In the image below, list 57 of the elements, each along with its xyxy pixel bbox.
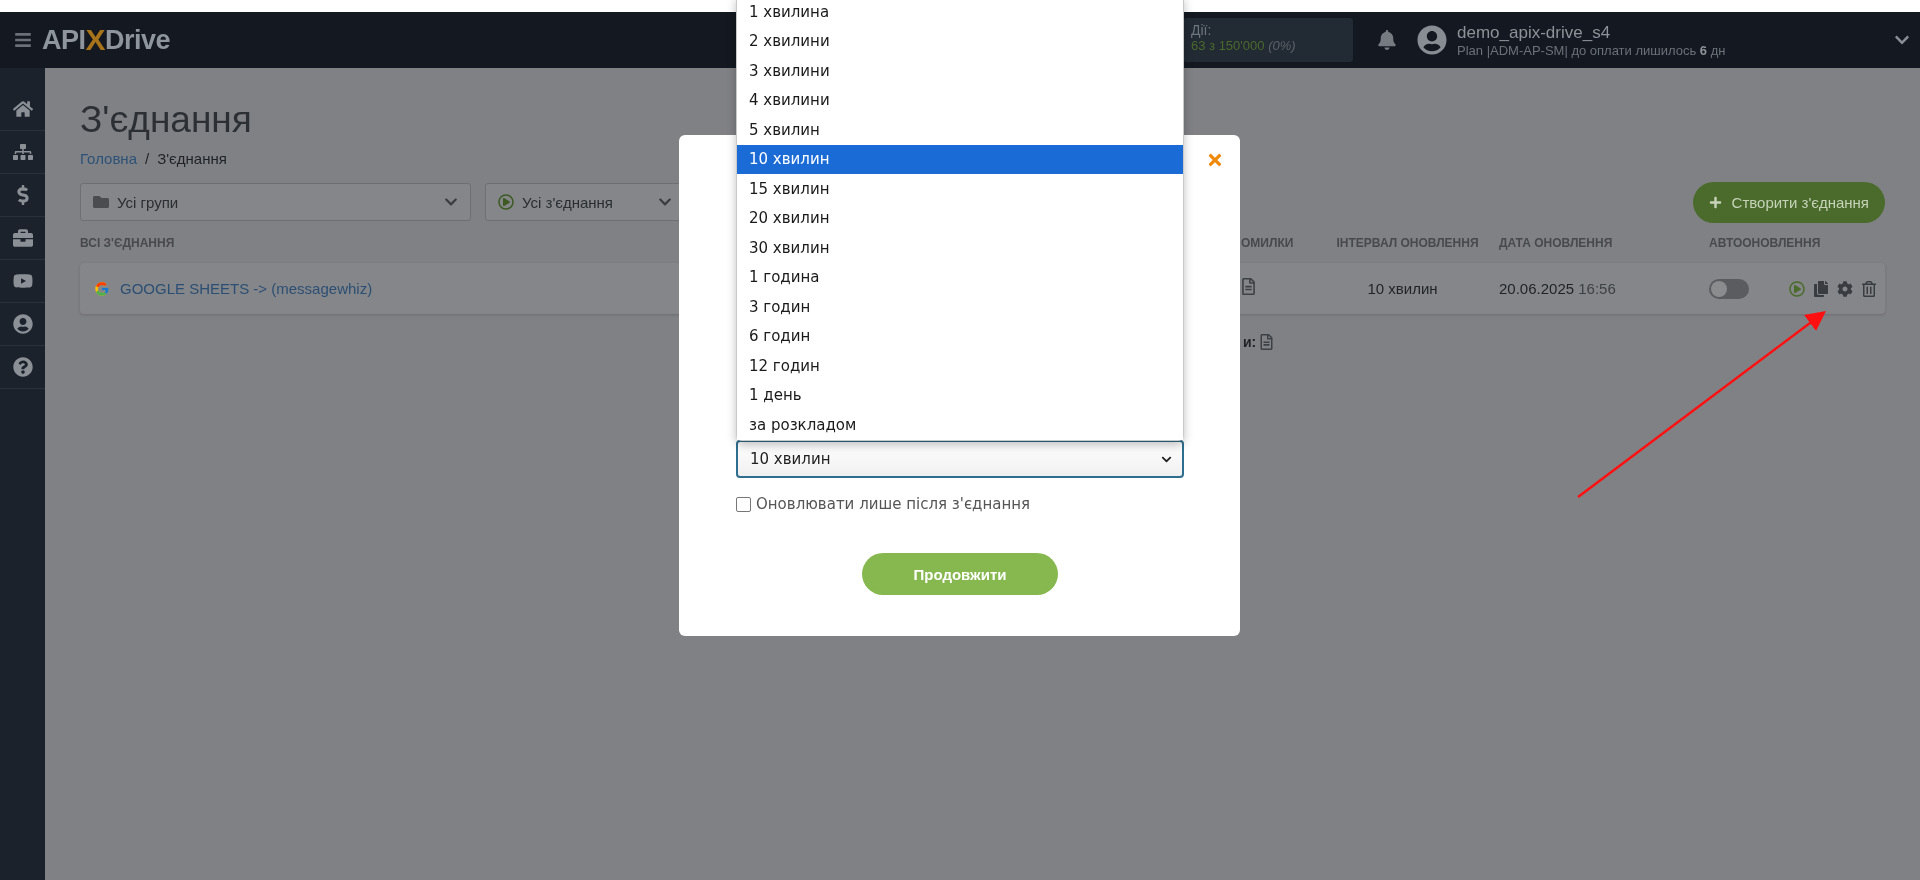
interval-option[interactable]: 3 хвилини [737,56,1183,86]
interval-option[interactable]: 1 година [737,262,1183,292]
breadcrumb-current: З'єднання [157,150,227,167]
column-header: ОМИЛКИ [1240,236,1294,250]
interval-select[interactable]: 10 хвилин [736,440,1184,478]
auto-update-toggle[interactable] [1709,278,1749,299]
actions-value: 63 з 150'000 (0%) [1191,38,1297,53]
interval-option[interactable]: 1 хвилина [737,0,1183,27]
interval-option[interactable]: 30 хвилин [737,233,1183,263]
copy-icon[interactable] [1813,280,1829,297]
help-icon [12,357,33,377]
user-name: demo_apix-drive_s4 [1457,22,1612,43]
interval-option[interactable]: за розкладом [737,410,1183,440]
document-icon[interactable] [1242,278,1255,295]
interval-option[interactable]: 4 хвилини [737,85,1183,115]
plus-icon [1708,195,1722,209]
user-icon [12,314,33,334]
column-header: ІНТЕРВАЛ ОНОВЛЕННЯ [1335,236,1479,250]
logo[interactable]: APIXDrive [42,23,171,57]
plan-info: Plan |ADM-AP-SM| до оплати лишилось 6 дн [1457,42,1726,58]
actions-label: Дії: [1191,22,1213,38]
play-icon [498,194,514,210]
avatar-icon[interactable] [1417,25,1447,55]
interval-option[interactable]: 20 хвилин [737,203,1183,233]
page-title: З'єднання [80,99,252,142]
video-icon [12,271,33,291]
home-icon [12,99,33,119]
breadcrumb-separator: / [145,150,150,167]
footer-text: и: [1243,334,1257,350]
interval-option[interactable]: 1 день [737,380,1183,410]
checkbox-label: Оновлювати лише після з'єднання [756,495,1031,513]
column-header: ДАТА ОНОВЛЕННЯ [1498,236,1613,250]
document-icon[interactable] [1260,334,1274,350]
google-icon [94,280,110,297]
folder-icon [93,194,109,210]
briefcase-icon [12,228,33,248]
sitemap-icon [12,142,33,162]
checkbox[interactable] [736,496,751,512]
interval-option[interactable]: 12 годин [737,351,1183,381]
bell-icon[interactable] [1377,30,1397,50]
create-connection-button[interactable]: Створити з'єднання [1692,181,1885,223]
settings-icon[interactable] [1837,280,1853,297]
trash-icon[interactable] [1861,280,1877,297]
interval-option[interactable]: 15 хвилин [737,174,1183,204]
close-icon [1206,151,1224,169]
interval-option[interactable]: 2 хвилини [737,26,1183,56]
interval-option[interactable]: 10 хвилин [737,144,1183,174]
table-cell-text: 20.06.2025 16:56 [1498,280,1617,297]
filter-dropdown[interactable]: Усі групи [80,183,471,221]
column-header: АВТООНОВЛЕННЯ [1708,236,1821,250]
table-cell-text: 10 хвилин [1366,280,1439,297]
column-header: ВСІ З'ЄДНАННЯ [80,236,175,250]
menu-icon[interactable] [14,31,32,49]
interval-option[interactable]: 5 хвилин [737,115,1183,145]
close-button[interactable] [1206,151,1224,169]
interval-option[interactable]: 6 годин [737,321,1183,351]
interval-option[interactable]: 3 годин [737,292,1183,322]
